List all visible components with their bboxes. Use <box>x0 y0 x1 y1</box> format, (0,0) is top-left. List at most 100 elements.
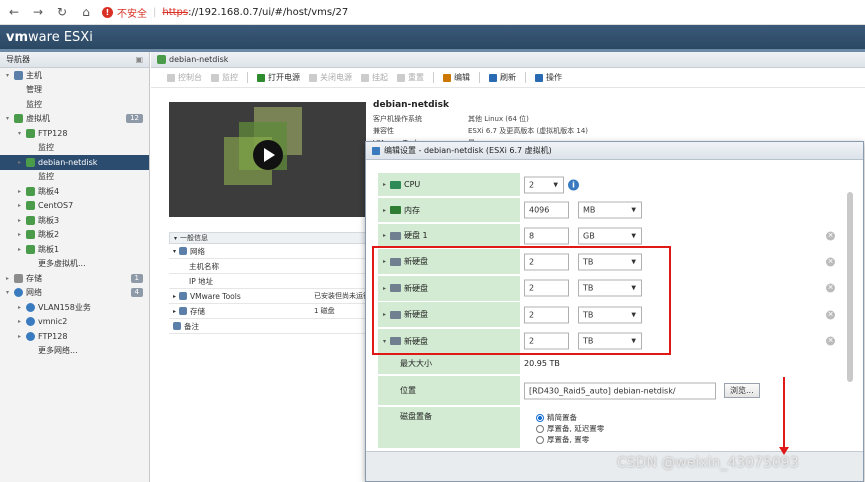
remove-icon[interactable]: ✕ <box>826 231 835 240</box>
chevron-right-icon[interactable]: ▸ <box>18 202 26 209</box>
provisioning-radio[interactable]: 厚置备, 延迟置零 <box>536 423 604 434</box>
toolbar-button[interactable]: 关闭电源 <box>309 72 352 83</box>
chevron-right-icon[interactable]: ▸ <box>173 308 176 315</box>
chevron-right-icon[interactable]: ▸ <box>18 217 26 224</box>
remove-icon[interactable]: ✕ <box>826 310 835 319</box>
new-disk-label[interactable]: ▾ 新硬盘 <box>378 328 520 354</box>
general-info-row[interactable]: ▾ 网络 <box>169 244 369 259</box>
navigator-item[interactable]: ▸ 跳板4 <box>0 184 149 199</box>
chevron-down-icon[interactable]: ▾ <box>6 72 14 79</box>
navigator-item[interactable]: ▸ vmnic2 <box>0 315 149 330</box>
chevron-right-icon[interactable]: ▸ <box>18 318 26 325</box>
new-disk-unit-select[interactable]: TB ▼ <box>578 253 642 270</box>
toolbar-button[interactable]: 刷新 <box>489 72 516 83</box>
chevron-down-icon[interactable]: ▾ <box>18 130 26 137</box>
chevron-down-icon[interactable]: ▾ <box>383 338 386 345</box>
navigator-item[interactable]: ▾ 网络 4 <box>0 286 149 301</box>
radio-button[interactable] <box>536 435 544 444</box>
navigator-item[interactable]: ▸ 存储 1 <box>0 271 149 286</box>
chevron-right-icon[interactable]: ▸ <box>383 285 386 292</box>
toolbar-button[interactable]: 操作 <box>535 72 562 83</box>
play-icon[interactable] <box>253 140 283 170</box>
chevron-right-icon[interactable]: ▸ <box>18 188 26 195</box>
chevron-right-icon[interactable]: ▸ <box>18 231 26 238</box>
chevron-right-icon[interactable]: ▸ <box>383 258 386 265</box>
navigator-item[interactable]: ▾ FTP128 <box>0 126 149 141</box>
info-icon[interactable]: i <box>568 179 579 190</box>
chevron-down-icon[interactable]: ▾ <box>173 248 176 255</box>
new-disk-size-input[interactable]: 2 <box>524 332 569 350</box>
chevron-right-icon[interactable]: ▸ <box>6 275 14 282</box>
new-disk-size-input[interactable]: 2 <box>524 306 569 323</box>
navigator-item[interactable]: 更多网络... <box>0 344 149 359</box>
general-info-header[interactable]: ▾ 一般信息 <box>169 232 369 244</box>
general-info-row[interactable]: ▸ 存储 1 磁盘 <box>169 304 369 319</box>
radio-button[interactable] <box>536 413 544 422</box>
memory-label[interactable]: ▸ 内存 <box>378 198 520 222</box>
navigator-item[interactable]: ▸ 跳板1 <box>0 242 149 257</box>
toolbar-button[interactable]: 监控 <box>211 72 238 83</box>
new-disk-label[interactable]: ▸ 新硬盘 <box>378 275 520 301</box>
navigator-item[interactable]: ▸ 跳板2 <box>0 228 149 243</box>
dialog-scrollbar[interactable] <box>847 192 853 382</box>
remove-icon[interactable]: ✕ <box>826 283 835 293</box>
location-input[interactable]: [RD430_Raid5_auto] debian-netdisk/ <box>524 382 716 399</box>
cpu-select[interactable]: 2 ▼ <box>524 176 564 193</box>
new-disk-unit-select[interactable]: TB ▼ <box>578 332 642 350</box>
reload-icon[interactable]: ↻ <box>52 2 72 22</box>
back-icon[interactable]: ← <box>4 2 24 22</box>
memory-unit-select[interactable]: MB ▼ <box>578 201 642 219</box>
toolbar-button[interactable]: 挂起 <box>361 72 388 83</box>
remove-icon[interactable]: ✕ <box>826 336 835 346</box>
navigator-item[interactable]: 监控 <box>0 170 149 185</box>
new-disk-size-input[interactable]: 2 <box>524 279 569 297</box>
radio-button[interactable] <box>536 424 544 433</box>
general-info-row[interactable]: ▸ VMware Tools 已安装但尚未运行 <box>169 289 370 304</box>
navigator-item[interactable]: 监控 <box>0 141 149 156</box>
chevron-right-icon[interactable]: ▸ <box>18 304 26 311</box>
new-disk-label[interactable]: ▸ 新硬盘 <box>378 302 520 327</box>
toolbar-button[interactable]: 重置 <box>397 72 424 83</box>
vm-console-preview[interactable] <box>169 102 366 217</box>
chevron-right-icon[interactable]: ▸ <box>18 333 26 340</box>
forward-icon[interactable]: → <box>28 2 48 22</box>
navigator-item[interactable]: ▸ CentOS7 <box>0 199 149 214</box>
navigator-item[interactable]: ▸ 跳板3 <box>0 213 149 228</box>
provisioning-radio[interactable]: 厚置备, 置零 <box>536 434 589 445</box>
provisioning-radio[interactable]: 精简置备 <box>536 412 577 423</box>
new-disk-size-input[interactable]: 2 <box>524 253 569 270</box>
navigator-item[interactable]: 更多虚拟机... <box>0 257 149 272</box>
new-disk-label[interactable]: ▸ 新硬盘 <box>378 249 520 274</box>
chevron-right-icon[interactable]: ▸ <box>18 159 26 166</box>
disk1-size-input[interactable]: 8 <box>524 227 569 244</box>
toolbar-button-label: 监控 <box>222 73 238 82</box>
navigator-item[interactable]: ▸ debian-netdisk <box>0 155 149 170</box>
address-bar[interactable]: ! 不安全 | https://192.168.0.7/ui/#/host/vm… <box>102 5 348 20</box>
remove-icon[interactable]: ✕ <box>826 257 835 266</box>
chevron-right-icon[interactable]: ▸ <box>383 311 386 318</box>
memory-input[interactable]: 4096 <box>524 201 569 219</box>
location-label-text: 位置 <box>400 386 416 395</box>
disk1-label[interactable]: ▸ 硬盘 1 <box>378 224 520 247</box>
browse-button[interactable]: 浏览... <box>724 383 760 398</box>
cpu-label[interactable]: ▸ CPU <box>378 173 520 196</box>
navigator-item[interactable]: 监控 <box>0 97 149 112</box>
chevron-down-icon[interactable]: ▾ <box>6 289 14 296</box>
toolbar-button[interactable]: 打开电源 <box>257 72 300 83</box>
toolbar-button[interactable]: 控制台 <box>167 72 202 83</box>
new-disk-unit-select[interactable]: TB ▼ <box>578 306 642 323</box>
chevron-down-icon[interactable]: ▾ <box>6 115 14 122</box>
setting-provisioning: 磁盘置备 <box>378 407 841 449</box>
pin-icon[interactable]: ▣ <box>135 55 143 64</box>
navigator-item[interactable]: ▸ FTP128 <box>0 329 149 344</box>
home-icon[interactable]: ⌂ <box>76 2 96 22</box>
navigator-item[interactable]: ▾ 虚拟机 12 <box>0 112 149 127</box>
navigator-item[interactable]: 管理 <box>0 83 149 98</box>
navigator-item[interactable]: ▾ 主机 <box>0 68 149 83</box>
disk1-unit-select[interactable]: GB ▼ <box>578 227 642 244</box>
new-disk-unit-select[interactable]: TB ▼ <box>578 279 642 297</box>
chevron-right-icon[interactable]: ▸ <box>18 246 26 253</box>
toolbar-button[interactable]: 编辑 <box>443 72 470 83</box>
chevron-right-icon[interactable]: ▸ <box>173 293 176 300</box>
navigator-item[interactable]: ▸ VLAN158业务 <box>0 300 149 315</box>
